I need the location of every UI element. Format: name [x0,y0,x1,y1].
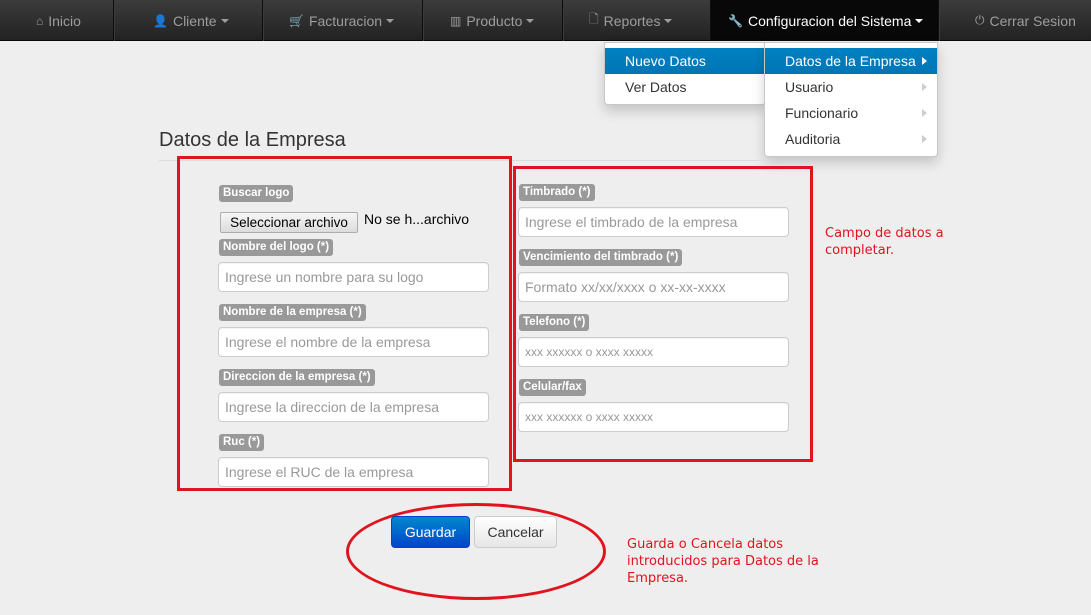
configuracion-dropdown: Datos de la Empresa Usuario Funcionario … [764,42,938,157]
menu-item-funcionario-label: Funcionario [785,105,859,121]
menu-item-funcionario[interactable]: Funcionario [765,100,937,126]
buttons-note-line: Empresa. [627,571,689,586]
wrench-icon: 🔧 [728,13,743,28]
fields-note-line: Campo de datos a [825,226,944,241]
caret-down-icon [915,18,924,23]
menu-item-auditoria[interactable]: Auditoria [765,126,937,152]
menu-item-ver-datos[interactable]: Ver Datos [605,74,765,100]
page-title: Datos de la Empresa [159,129,346,151]
nav-facturacion-label: Facturacion [308,12,383,29]
menu-item-datos-empresa[interactable]: Datos de la Empresa [765,48,937,74]
menu-item-usuario-label: Usuario [785,79,834,95]
caret-right-icon [922,109,927,117]
caret-down-icon [664,18,673,23]
buttons-annotation-note: Guarda o Cancela datos introducidos para… [627,536,819,587]
nav-reportes-label: Reportes [603,12,661,29]
power-icon: ⏻ [975,13,985,27]
fields-note-line: completar. [825,243,894,258]
caret-right-icon [922,135,927,143]
nav-inicio[interactable]: ⌂ Inicio [0,0,114,41]
annotation-box-left [177,156,512,491]
cart-icon: 🛒 [289,13,304,28]
nav-facturacion[interactable]: 🛒 Facturacion [263,0,423,41]
caret-down-icon [220,18,229,23]
nav-configuracion[interactable]: 🔧 Configuracion del Sistema [711,0,939,41]
buttons-note-line: introducidos para Datos de la [627,554,819,569]
datos-submenu: Nuevo Datos Ver Datos [604,42,766,105]
nav-producto-label: Producto [466,12,523,29]
save-button[interactable]: Guardar [391,516,470,548]
nav-reportes[interactable]: 🗋 Reportes [563,0,711,41]
caret-down-icon [386,18,395,23]
barcode-icon: ▥ [450,13,462,28]
nav-cerrar-sesion[interactable]: ⏻ Cerrar Sesion [939,0,1091,41]
nav-configuracion-label: Configuracion del Sistema [747,12,912,29]
caret-right-icon [922,83,927,91]
nav-cliente[interactable]: 👤 Cliente [114,0,263,41]
nav-cerrar-sesion-label: Cerrar Sesion [989,12,1076,29]
file-icon: 🗋 [589,12,599,26]
nav-inicio-label: Inicio [48,12,81,29]
annotation-box-right [513,166,813,462]
caret-right-icon [922,57,927,65]
menu-item-usuario[interactable]: Usuario [765,74,937,100]
home-icon: ⌂ [36,13,44,28]
user-icon: 👤 [153,13,168,28]
fields-annotation-note: Campo de datos a completar. [825,225,944,259]
caret-down-icon [526,18,535,23]
nav-cliente-label: Cliente [172,12,217,29]
menu-item-datos-empresa-label: Datos de la Empresa [785,53,916,69]
top-navbar: ⌂ Inicio 👤 Cliente 🛒 Facturacion ▥ Produ… [0,0,1091,41]
nav-producto[interactable]: ▥ Producto [423,0,563,41]
cancel-button[interactable]: Cancelar [474,516,557,548]
menu-item-auditoria-label: Auditoria [785,131,841,147]
buttons-note-line: Guarda o Cancela datos [627,537,784,552]
menu-item-nuevo-datos[interactable]: Nuevo Datos [605,48,765,74]
